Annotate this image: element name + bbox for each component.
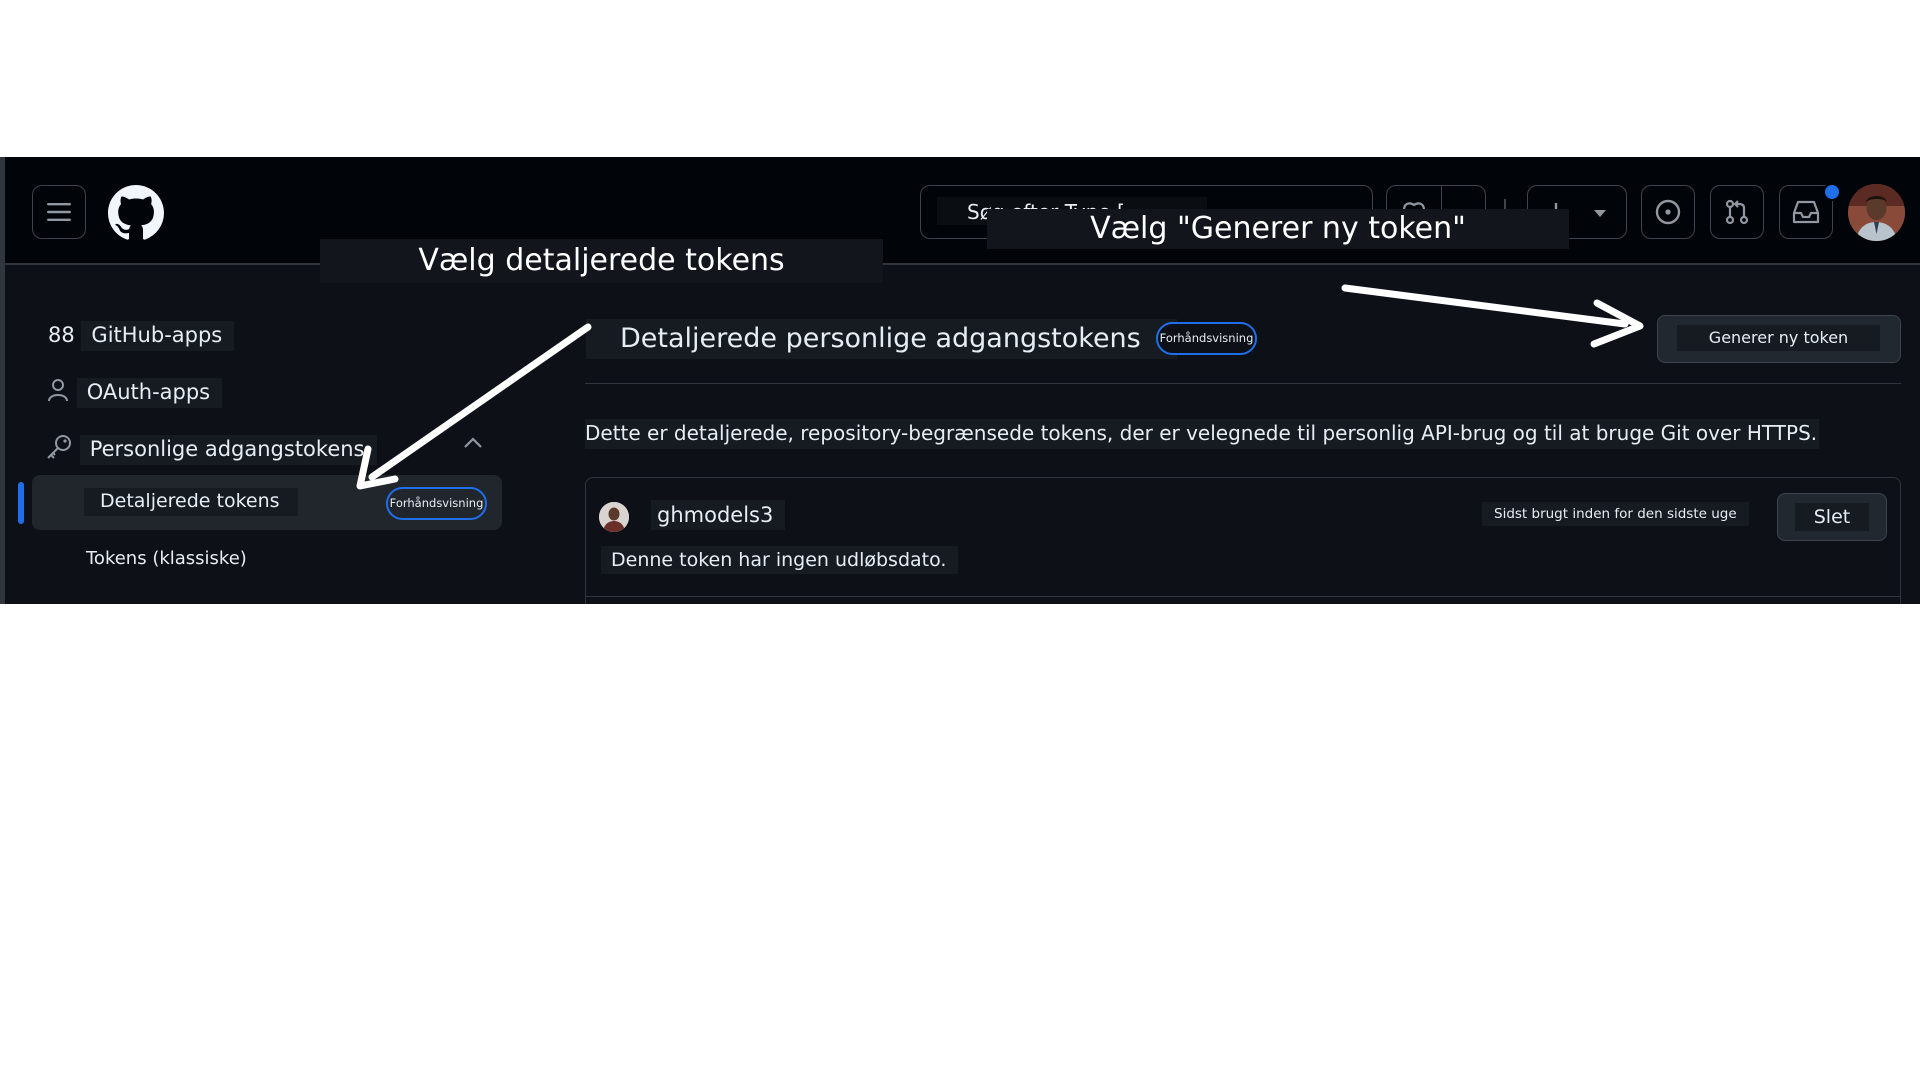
- active-indicator: [18, 482, 24, 524]
- description-text: Dette er detaljerede, repository-begræns…: [585, 419, 1820, 449]
- sidebar-item-label: Tokens (klassiske): [86, 548, 247, 569]
- chevron-up-icon[interactable]: [462, 435, 484, 451]
- sidebar-item-oauth-apps[interactable]: OAuth-apps: [46, 378, 223, 408]
- sidebar-item-fine-grained-label: Detaljerede tokens: [84, 488, 298, 516]
- sidebar-item-label: OAuth-apps: [76, 378, 223, 408]
- avatar[interactable]: [1848, 184, 1905, 241]
- user-avatar-icon: [1848, 184, 1905, 241]
- notification-dot: [1823, 183, 1841, 201]
- generate-new-token-label: Generer ny token: [1677, 325, 1880, 351]
- token-expiration-warning: Denne token har ingen udløbsdato.: [601, 546, 959, 574]
- menu-icon: [47, 203, 71, 221]
- sidebar-item-label: Detaljerede tokens: [84, 488, 298, 516]
- divider: [586, 596, 1900, 597]
- inbox-icon: [1792, 200, 1820, 224]
- sidebar-item-label: Personlige adgangstokens: [79, 435, 377, 465]
- token-last-used: Sidst brugt inden for den sidste uge: [1482, 502, 1749, 526]
- arrow-to-generate-icon: [1341, 284, 1644, 348]
- menu-button[interactable]: [32, 185, 86, 239]
- generate-new-token-button[interactable]: Generer ny token: [1657, 315, 1901, 363]
- delete-token-label: Slet: [1795, 503, 1869, 531]
- sidebar-item-classic-tokens[interactable]: Tokens (klassiske): [86, 548, 247, 569]
- top-header: Søg efter Type [: [5, 157, 1920, 265]
- token-name-link[interactable]: ghmodels3: [651, 500, 786, 530]
- person-icon: [48, 379, 68, 402]
- delete-token-button[interactable]: Slet: [1777, 493, 1887, 541]
- github-logo-icon[interactable]: [108, 185, 164, 241]
- token-owner-avatar: [599, 502, 629, 532]
- annotation-select-generate: Vælg "Generer ny token": [987, 209, 1569, 249]
- preview-badge: Forhåndsvisning: [1156, 322, 1257, 355]
- arrow-to-fine-grained-icon: [356, 323, 592, 490]
- user-avatar-icon: [599, 502, 629, 532]
- annotation-select-fine-grained: Vælg detaljerede tokens: [320, 239, 883, 283]
- chevron-down-icon: [1594, 210, 1606, 217]
- divider: [585, 383, 1901, 384]
- sidebar-item-personal-access-tokens[interactable]: Personlige adgangstokens: [45, 433, 377, 465]
- pull-requests-button[interactable]: [1710, 185, 1764, 239]
- sidebar-item-label: GitHub-apps: [81, 321, 235, 351]
- page-title: Detaljerede personlige adgangstokens: [586, 319, 1177, 359]
- token-list-item: ghmodels3 Sidst brugt inden for den sids…: [585, 477, 1901, 604]
- screenshot-frame: Søg efter Type [: [0, 157, 1920, 604]
- issues-button[interactable]: [1641, 185, 1695, 239]
- issues-icon: [1655, 199, 1681, 225]
- preview-badge: Forhåndsvisning: [386, 487, 487, 520]
- key-icon: [47, 435, 71, 459]
- pull-requests-icon: [1725, 199, 1749, 225]
- apps-icon: 88: [48, 323, 75, 347]
- sidebar-item-github-apps[interactable]: 88 GitHub-apps: [48, 321, 235, 351]
